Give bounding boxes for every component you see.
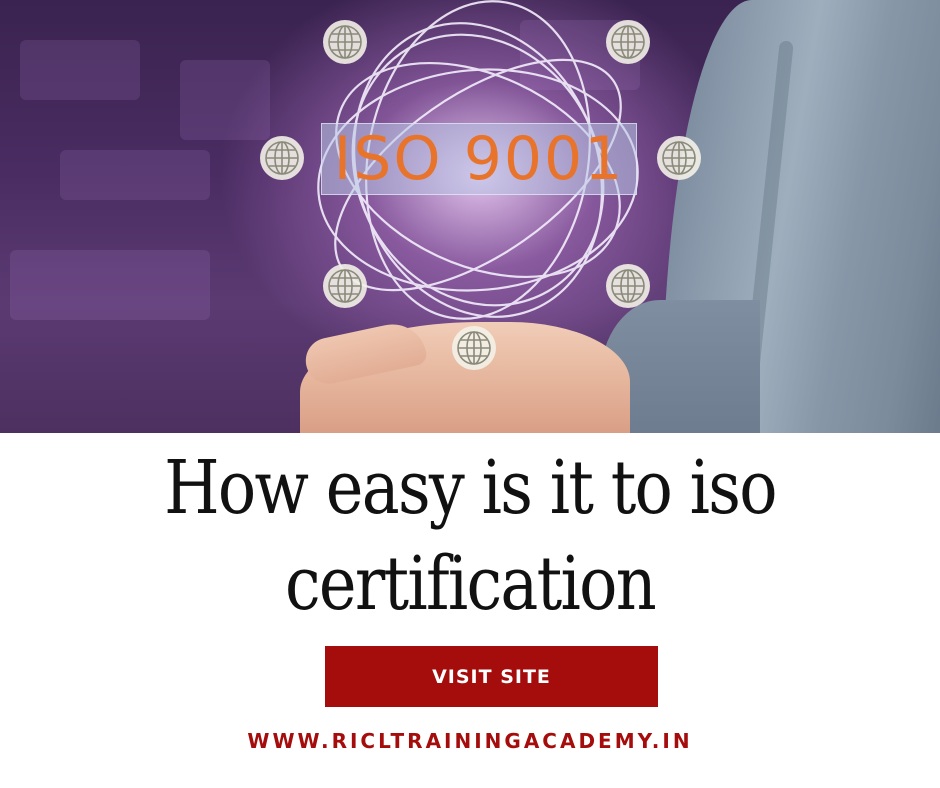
headline: How easy is it to iso certification [100, 440, 840, 632]
globe-icon [657, 136, 701, 180]
iso-badge: ISO 9001 [321, 123, 637, 195]
iso-badge-text: ISO 9001 [333, 124, 625, 194]
visit-site-button[interactable]: VISIT SITE [325, 646, 658, 707]
globe-icon [260, 136, 304, 180]
globe-icon [452, 326, 496, 370]
globe-icon [323, 20, 367, 64]
hero-image: ISO 9001 [0, 0, 940, 433]
headline-line-2: certification [284, 541, 657, 627]
globe-icon [606, 20, 650, 64]
globe-icon [606, 264, 650, 308]
headline-line-1: How easy is it to iso [164, 445, 777, 531]
website-url[interactable]: WWW.RICLTRAININGACADEMY.IN [0, 729, 940, 753]
globe-icon [323, 264, 367, 308]
